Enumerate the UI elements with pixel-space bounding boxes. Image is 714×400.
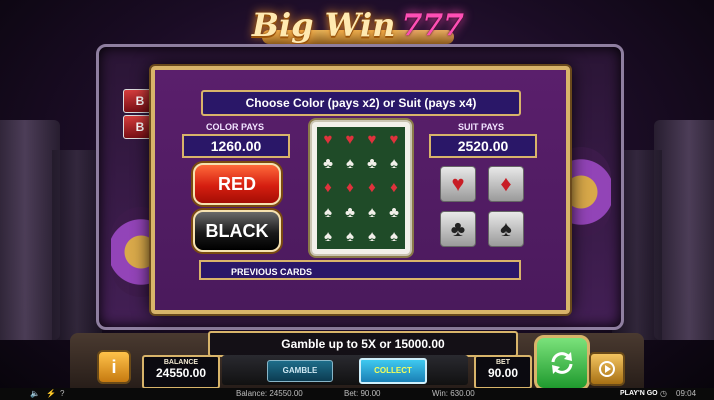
color-pays-value: 1260.00 (182, 134, 290, 158)
logo-sevens: 777 (401, 7, 465, 43)
bet-value: 90.00 (487, 366, 519, 380)
hearts-pattern-icon: ♥ (323, 130, 333, 148)
card-back: ♥ ♥ ♥ ♥ ♣ ♠ ♣ ♠ ♦ ♦ ♦ ♦ ♠ ♣ ♠ ♣ ♠ ♠ ♠ ♠ (310, 120, 412, 256)
bet-box: BET 90.00 (474, 355, 532, 389)
previous-cards-bar: PREVIOUS CARDS (199, 260, 521, 280)
spades-pattern-icon: ♠ (346, 228, 354, 246)
spades-icon: ♠ (500, 216, 512, 241)
color-pays-label: COLOR PAYS (205, 122, 264, 132)
diamonds-pattern-icon: ♦ (390, 179, 398, 197)
spades-button[interactable]: ♠ (488, 211, 524, 247)
status-bet: Bet: 90.00 (344, 389, 381, 398)
game-stage: Big Win 777 B B Choose Color (pays x2) o… (0, 0, 714, 400)
balance-value: 24550.00 (155, 366, 207, 380)
diamonds-icon: ♦ (500, 171, 512, 196)
hearts-icon: ♥ (451, 171, 465, 196)
clubs-pattern-icon: ♣ (345, 203, 355, 221)
autoplay-icon (599, 361, 615, 377)
spades-pattern-icon: ♠ (346, 155, 354, 173)
spades-pattern-icon: ♠ (390, 155, 398, 173)
button-tray (222, 355, 468, 385)
diamonds-pattern-icon: ♦ (346, 179, 354, 197)
clock-icon: ◷ (660, 389, 667, 398)
info-button[interactable]: i (97, 350, 131, 384)
spades-pattern-icon: ♠ (368, 228, 376, 246)
status-balance: Balance: 24550.00 (236, 389, 303, 398)
black-button[interactable]: BLACK (193, 210, 281, 252)
logo-text: Big Win (251, 6, 396, 44)
turbo-icon[interactable]: ⚡ (46, 388, 56, 400)
spades-pattern-icon: ♠ (390, 228, 398, 246)
card-pattern: ♥ ♥ ♥ ♥ ♣ ♠ ♣ ♠ ♦ ♦ ♦ ♦ ♠ ♣ ♠ ♣ ♠ ♠ ♠ ♠ (317, 127, 405, 249)
left-inner-pillar (52, 150, 102, 340)
left-pillar (0, 120, 60, 340)
game-logo: Big Win 777 (250, 2, 466, 48)
diamonds-pattern-icon: ♦ (324, 179, 332, 197)
right-pillar (654, 120, 714, 340)
diamonds-pattern-icon: ♦ (368, 179, 376, 197)
spin-icon (551, 352, 573, 374)
spades-pattern-icon: ♠ (324, 203, 332, 221)
spades-pattern-icon: ♠ (324, 228, 332, 246)
spin-button[interactable] (534, 335, 590, 391)
autoplay-button[interactable] (589, 352, 625, 386)
gamble-button[interactable]: GAMBLE (267, 360, 333, 382)
clubs-button[interactable]: ♣ (440, 211, 476, 247)
hearts-pattern-icon: ♥ (367, 130, 377, 148)
clubs-pattern-icon: ♣ (367, 155, 377, 173)
bet-label: BET (496, 359, 510, 366)
suit-pays-value: 2520.00 (429, 134, 537, 158)
status-bar: 🔈 ⚡ ? Balance: 24550.00 Bet: 90.00 Win: … (0, 388, 714, 400)
hearts-button[interactable]: ♥ (440, 166, 476, 202)
hearts-pattern-icon: ♥ (389, 130, 399, 148)
brand-logo: PLAY'N GO (620, 390, 658, 397)
help-button[interactable]: ? (60, 388, 64, 400)
gamble-message: Gamble up to 5X or 15000.00 (208, 331, 518, 357)
red-button[interactable]: RED (193, 163, 281, 205)
collect-button[interactable]: COLLECT (359, 358, 427, 384)
hearts-pattern-icon: ♥ (345, 130, 355, 148)
balance-box: BALANCE 24550.00 (142, 355, 220, 389)
status-win: Win: 630.00 (432, 389, 475, 398)
status-time: 09:04 (676, 389, 697, 398)
sound-icon[interactable]: 🔈 (30, 388, 40, 400)
suit-pays-label: SUIT PAYS (457, 122, 504, 132)
gamble-title: Choose Color (pays x2) or Suit (pays x4) (201, 90, 521, 116)
spades-pattern-icon: ♠ (368, 203, 376, 221)
clubs-icon: ♣ (450, 216, 466, 241)
gamble-panel: Choose Color (pays x2) or Suit (pays x4)… (151, 66, 570, 314)
clubs-pattern-icon: ♣ (323, 155, 333, 173)
balance-label: BALANCE (163, 359, 199, 366)
diamonds-button[interactable]: ♦ (488, 166, 524, 202)
clubs-pattern-icon: ♣ (389, 203, 399, 221)
